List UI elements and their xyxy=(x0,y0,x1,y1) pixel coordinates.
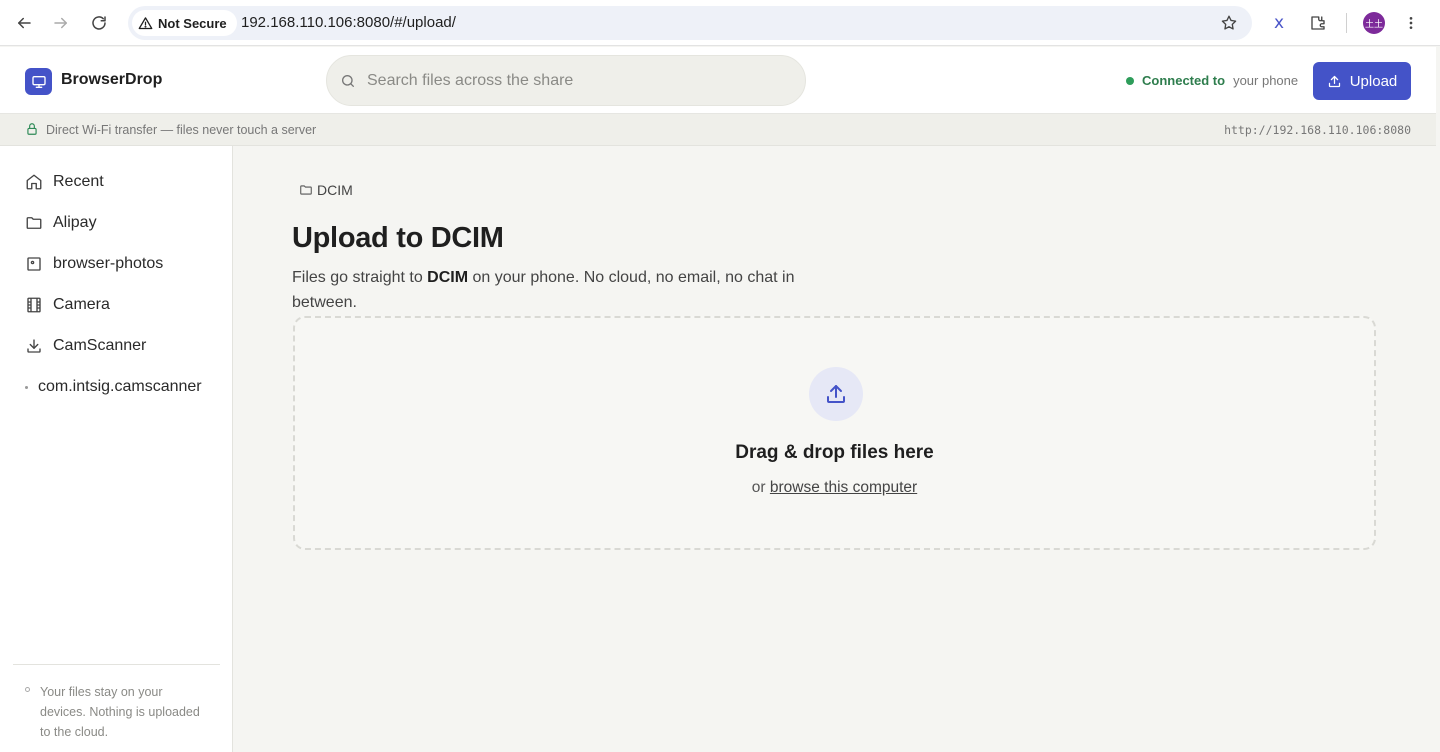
dropzone-badge xyxy=(809,367,863,421)
sidebar-item-label: Alipay xyxy=(53,214,97,231)
status-dot-icon xyxy=(1126,76,1134,85)
search-box[interactable] xyxy=(326,55,806,106)
download-icon xyxy=(27,339,41,353)
page-title: Upload to DCIM xyxy=(292,222,504,254)
browse-link[interactable]: browse this computer xyxy=(770,479,917,496)
arrow-left-icon xyxy=(18,17,31,29)
sidebar-item-browser-photos[interactable]: browser-photos xyxy=(0,246,233,282)
breadcrumb[interactable]: DCIM xyxy=(299,182,353,198)
bookmark-star-icon[interactable] xyxy=(1220,14,1238,32)
back-button[interactable] xyxy=(11,10,37,36)
url-text[interactable]: 192.168.110.106:8080/#/upload/ xyxy=(241,14,456,31)
sidebar-item-camscanner[interactable]: CamScanner xyxy=(0,328,233,364)
folder-icon xyxy=(26,217,42,229)
transfer-notice: Direct Wi-Fi transfer — files never touc… xyxy=(46,123,317,137)
upload-button[interactable]: Upload xyxy=(1313,62,1411,100)
privacy-note: Your files stay on your devices. Nothing… xyxy=(40,685,200,739)
server-url: http://192.168.110.106:8080 xyxy=(1224,123,1411,137)
browser-menu-icon[interactable] xyxy=(1400,12,1422,34)
search-icon xyxy=(342,75,354,87)
description-before: Files go straight to xyxy=(292,269,428,286)
upload-icon xyxy=(1328,75,1340,87)
dropzone-subtitle: or browse this computer xyxy=(295,479,1374,497)
sidebar-item-label: CamScanner xyxy=(53,337,147,354)
profile-avatar[interactable]: 土土 xyxy=(1363,12,1385,34)
connection-label: Connected to xyxy=(1142,73,1226,88)
arrow-right-icon xyxy=(54,17,67,29)
reload-button[interactable] xyxy=(86,10,112,36)
sidebar-item-label: browser-photos xyxy=(53,255,164,272)
brand-name[interactable]: BrowserDrop xyxy=(61,71,162,89)
reload-icon xyxy=(92,16,106,30)
browser-toolbar: Not Secure 192.168.110.106:8080/#/upload… xyxy=(0,0,1440,46)
profile-initials: 土土 xyxy=(1364,18,1383,29)
sidebar-item-com-intsig-camscanner[interactable]: com.intsig.camscanner xyxy=(0,369,233,405)
info-strip: Direct Wi-Fi transfer — files never touc… xyxy=(0,114,1436,146)
image-icon xyxy=(27,257,41,271)
monitor-logo-icon xyxy=(25,68,52,95)
security-label: Not Secure xyxy=(158,15,227,31)
breadcrumb-label: DCIM xyxy=(317,182,353,198)
sidebar-item-label: Recent xyxy=(53,173,104,190)
folder-icon xyxy=(300,185,312,195)
sidebar: Recent Alipay browser-photos Camera CamS… xyxy=(0,146,233,752)
sidebar-item-label: Camera xyxy=(53,296,110,313)
sidebar-item-recent[interactable]: Recent xyxy=(0,164,233,200)
home-icon xyxy=(26,174,42,190)
film-icon xyxy=(27,297,41,313)
address-bar[interactable]: Not Secure 192.168.110.106:8080/#/upload… xyxy=(128,6,1252,40)
dropzone-title: Drag & drop files here xyxy=(735,442,934,463)
warning-icon xyxy=(138,16,153,29)
extensions-puzzle-icon[interactable] xyxy=(1307,12,1329,34)
extension-x-icon[interactable]: x xyxy=(1268,12,1290,34)
connection-device: your phone xyxy=(1233,73,1299,88)
lock-icon xyxy=(27,123,37,135)
page-description: Files go straight to DCIM on your phone.… xyxy=(292,265,812,315)
dropzone-prefix: or xyxy=(751,479,770,496)
sidebar-divider xyxy=(13,664,220,665)
sidebar-item-alipay[interactable]: Alipay xyxy=(0,205,233,241)
upload-icon xyxy=(827,385,845,403)
info-dot-icon xyxy=(25,687,30,692)
dot-icon xyxy=(25,385,28,389)
search-input[interactable] xyxy=(367,68,787,94)
sidebar-item-camera[interactable]: Camera xyxy=(0,287,233,323)
description-folder: DCIM xyxy=(427,269,469,286)
connection-status: Connected to your phone xyxy=(1126,73,1298,88)
forward-button[interactable] xyxy=(48,10,74,36)
sidebar-item-label: com.intsig.camscanner xyxy=(38,378,202,395)
dropzone[interactable]: Drag & drop files here or browse this co… xyxy=(293,316,1376,550)
upload-button-label: Upload xyxy=(1349,72,1398,90)
security-chip[interactable]: Not Secure xyxy=(132,10,237,36)
app-header: BrowserDrop Connected to your phone Uplo… xyxy=(0,47,1436,114)
toolbar-divider xyxy=(1346,13,1347,33)
